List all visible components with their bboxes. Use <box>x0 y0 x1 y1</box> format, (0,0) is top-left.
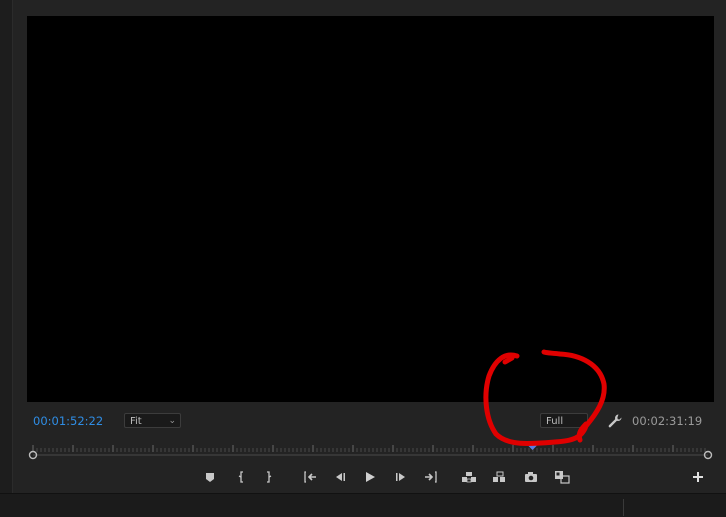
step-forward-icon <box>396 473 405 481</box>
playhead[interactable] <box>528 442 537 450</box>
step-back-icon <box>336 473 345 481</box>
go-to-in-icon <box>304 471 316 483</box>
playback-resolution-value: Full <box>546 416 564 427</box>
plus-icon <box>693 472 703 482</box>
mark-out-button[interactable] <box>259 468 279 486</box>
left-panel-edge <box>0 0 13 493</box>
step-back-button[interactable] <box>330 468 350 486</box>
button-editor-button[interactable] <box>688 468 708 486</box>
chevron-down-icon: ⌄ <box>168 416 176 426</box>
go-to-out-button[interactable] <box>421 468 441 486</box>
zoom-level-select[interactable]: Fit ⌄ <box>124 413 181 428</box>
export-frame-button[interactable] <box>521 468 541 486</box>
marker-icon <box>206 473 214 482</box>
comparison-view-icon <box>555 471 570 484</box>
current-timecode[interactable]: 00:01:52:22 <box>33 413 103 429</box>
zoom-level-value: Fit <box>130 416 142 427</box>
bottom-panel-bar <box>0 493 726 517</box>
comparison-view-button[interactable] <box>552 468 572 486</box>
video-preview-area[interactable] <box>27 16 714 402</box>
add-marker-button[interactable] <box>200 468 220 486</box>
settings-wrench-icon[interactable] <box>607 413 623 429</box>
step-forward-button[interactable] <box>391 468 411 486</box>
lift-button[interactable] <box>459 468 479 486</box>
camera-icon <box>525 472 537 482</box>
duration-timecode: 00:02:31:19 <box>632 414 703 428</box>
extract-button[interactable] <box>490 468 510 486</box>
panel-divider <box>623 499 624 516</box>
playback-resolution-select[interactable]: Full <box>540 413 588 428</box>
mark-in-button[interactable] <box>231 468 251 486</box>
mark-out-icon <box>267 471 272 483</box>
ruler-ticks <box>32 445 706 452</box>
play-button[interactable] <box>360 468 380 486</box>
mark-in-icon <box>238 471 243 483</box>
extract-icon <box>493 471 505 482</box>
lift-icon <box>462 472 476 483</box>
go-to-out-icon <box>425 471 437 483</box>
go-to-in-button[interactable] <box>300 468 320 486</box>
time-ruler[interactable] <box>27 440 714 460</box>
play-icon <box>366 472 375 482</box>
